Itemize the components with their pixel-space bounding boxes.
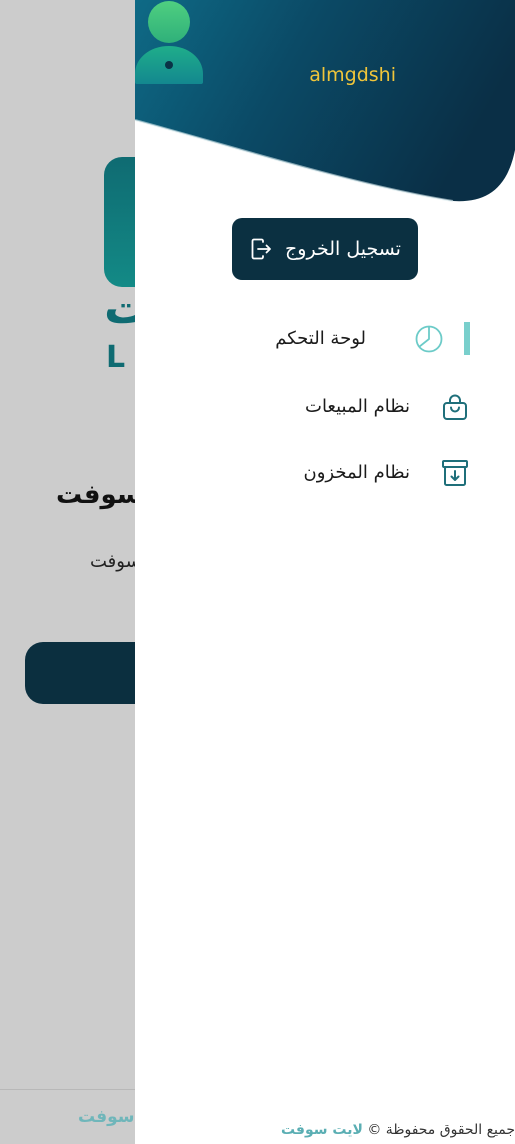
menu-item-dashboard[interactable]: لوحة التحكم [135, 317, 515, 361]
footer-rights-text: جميع الحقوق محفوظة © [362, 1122, 515, 1138]
menu-item-label: نظام المبيعات [305, 396, 410, 417]
drawer-header: almgdshi [135, 0, 515, 210]
pie-chart-icon [415, 325, 443, 353]
background-footer-brand: سوفت [78, 1107, 135, 1127]
archive-box-icon [442, 460, 468, 486]
menu-item-label: نظام المخزون [303, 462, 410, 483]
background-welcome-subtitle: سوفت [90, 551, 141, 572]
background-logo-letter: L [106, 340, 126, 375]
logout-label: تسجيل الخروج [285, 238, 401, 260]
menu-item-inventory[interactable]: نظام المخزون [135, 451, 515, 495]
menu-item-sales[interactable]: نظام المبيعات [135, 385, 515, 429]
user-name: almgdshi [309, 64, 396, 86]
footer-brand-link[interactable]: لايت سوفت [281, 1122, 363, 1138]
logout-icon [251, 238, 271, 260]
menu-item-label: لوحة التحكم [275, 328, 366, 349]
shopping-bag-icon [443, 394, 467, 420]
side-drawer: almgdshi تسجيل الخروج لوحة التحكم نظام ا… [135, 0, 515, 1144]
drawer-footer: جميع الحقوق محفوظة © لايت سوفت [281, 1118, 515, 1144]
user-avatar-icon [135, 1, 203, 84]
logout-button[interactable]: تسجيل الخروج [232, 218, 418, 280]
